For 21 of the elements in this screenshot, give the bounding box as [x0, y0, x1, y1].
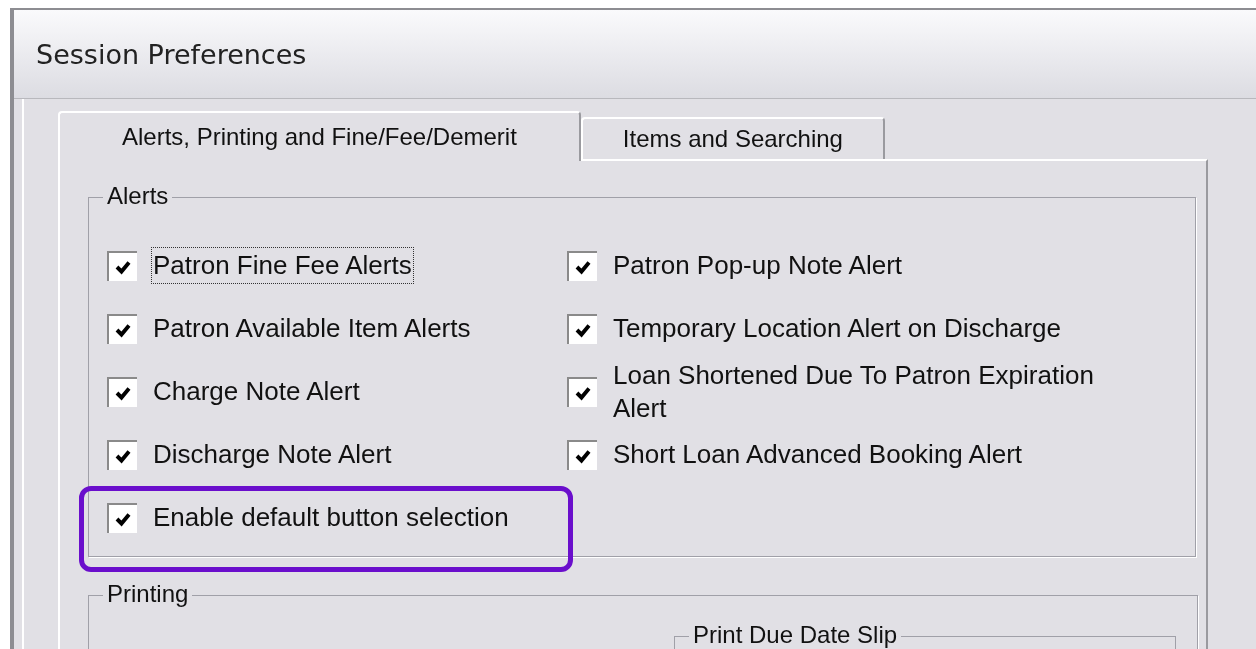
checkbox[interactable]: [107, 376, 137, 407]
checkbox[interactable]: [107, 439, 137, 470]
checkbox-label[interactable]: Temporary Location Alert on Discharge: [611, 310, 1063, 347]
checkbox[interactable]: [567, 313, 597, 344]
window-title: Session Preferences: [36, 38, 307, 70]
checkbox-label[interactable]: Patron Available Item Alerts: [151, 310, 473, 347]
checkbox[interactable]: [107, 502, 137, 533]
checkbox-label[interactable]: Short Loan Advanced Booking Alert: [611, 436, 1025, 473]
checkbox[interactable]: [567, 250, 597, 281]
checkbox-label[interactable]: Patron Fine Fee Alerts: [151, 247, 414, 284]
checkbox[interactable]: [107, 313, 137, 344]
checkbox[interactable]: [567, 439, 597, 470]
checkbox-label[interactable]: Charge Note Alert: [151, 373, 362, 410]
checkbox-label[interactable]: Patron Pop-up Note Alert: [611, 247, 905, 284]
checkbox[interactable]: [107, 250, 137, 281]
checkbox-label[interactable]: Enable default button selection: [151, 499, 511, 536]
tab[interactable]: Alerts, Printing and Fine/Fee/Demerit: [58, 111, 581, 161]
checkbox-label[interactable]: Discharge Note Alert: [151, 436, 394, 473]
tab[interactable]: Items and Searching: [580, 117, 885, 159]
checkbox[interactable]: [567, 376, 597, 407]
checkbox-label[interactable]: Loan Shortened Due To Patron Expiration Alert: [611, 357, 1155, 426]
